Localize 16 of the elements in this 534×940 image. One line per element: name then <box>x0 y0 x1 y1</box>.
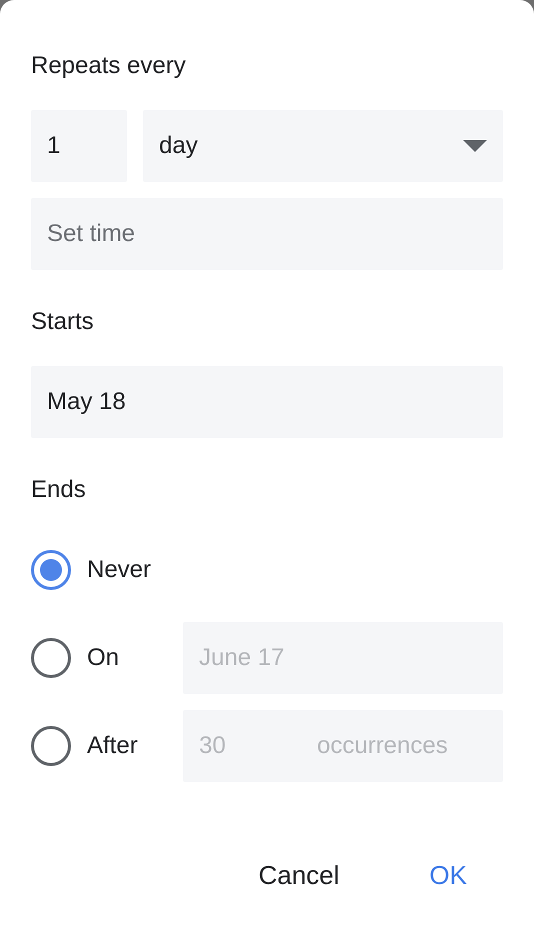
unit-dropdown[interactable]: day <box>143 110 503 182</box>
option-label: Never <box>87 555 152 585</box>
cancel-button[interactable]: Cancel <box>248 852 350 899</box>
count-field[interactable]: 1 <box>31 110 127 182</box>
radio-button[interactable] <box>31 550 71 590</box>
caret-icon <box>463 140 487 152</box>
option-label: After <box>87 731 139 761</box>
ok-button[interactable]: OK <box>419 852 477 899</box>
section-heading: Starts <box>31 307 95 337</box>
option-label: On <box>87 643 120 673</box>
section-heading: Ends <box>31 475 87 505</box>
section-heading: Repeats every <box>31 51 187 81</box>
field-value: 30 <box>199 731 227 761</box>
time-field[interactable]: Set time <box>31 198 503 270</box>
unit-label: occurrences <box>317 731 448 761</box>
date-field[interactable]: May 18 <box>31 366 503 438</box>
